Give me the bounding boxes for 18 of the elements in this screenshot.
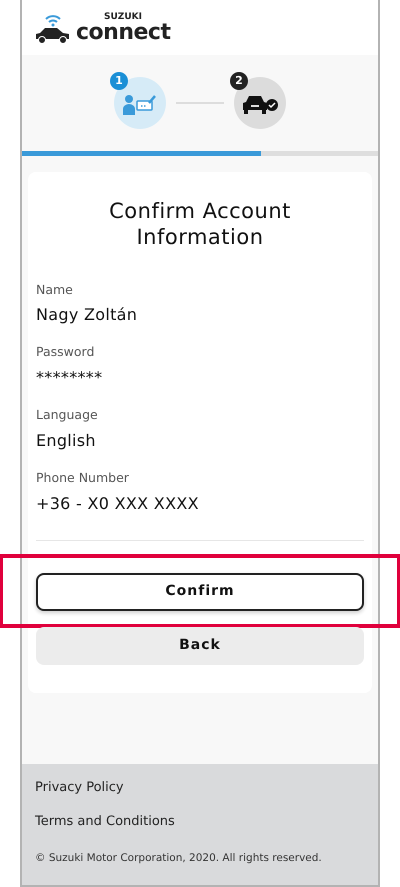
step-number: 1 xyxy=(110,72,128,90)
field-value: ******** xyxy=(36,367,104,389)
footer-link[interactable]: Privacy Policy xyxy=(35,778,365,798)
confirm-button[interactable]: Confirm xyxy=(36,572,364,610)
footer-link[interactable]: Terms and Conditions xyxy=(35,812,365,832)
field-label: Phone Number xyxy=(36,468,130,487)
step-number: 2 xyxy=(230,72,248,90)
brand-name: SUZUKI xyxy=(104,12,143,22)
page-title: Confirm Account Information xyxy=(108,198,292,250)
field-value: English xyxy=(36,430,97,452)
field-value: +36 - X0 XXX XXXX xyxy=(36,492,200,514)
field-value: Nagy Zoltán xyxy=(36,304,138,326)
field-label: Password xyxy=(36,343,96,362)
back-button[interactable]: Back xyxy=(36,626,364,664)
field-label: Name xyxy=(36,280,74,298)
copyright-text: © Suzuki Motor Corporation, 2020. All rights reserved. xyxy=(35,851,323,866)
field-label: Language xyxy=(36,406,99,424)
product-name: connect xyxy=(76,22,170,44)
